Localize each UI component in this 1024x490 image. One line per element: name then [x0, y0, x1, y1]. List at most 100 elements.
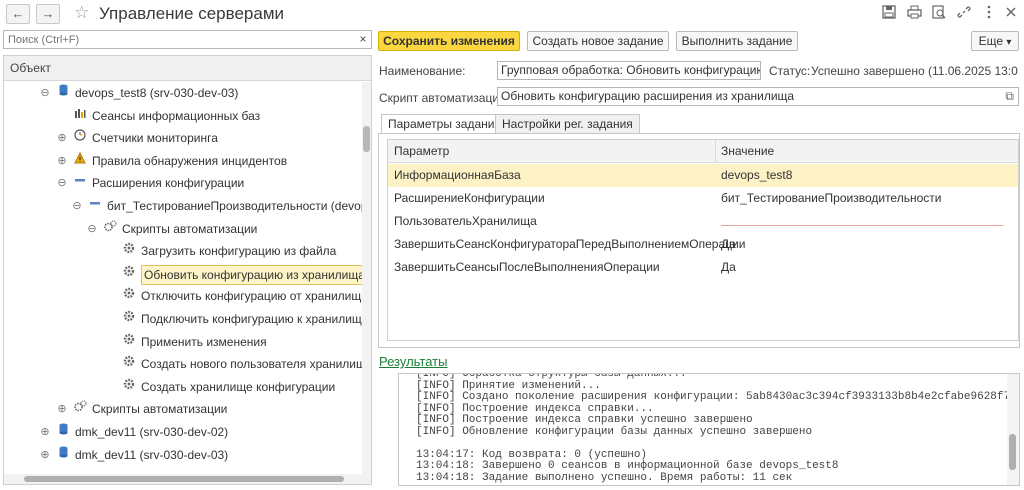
tree-row[interactable]: ⊖ Скрипты автоматизации — [4, 218, 359, 240]
tree-row[interactable]: ⊖ devops_test8 (srv-030-dev-03) — [4, 82, 359, 104]
gear-icon — [122, 285, 136, 307]
param-name-cell[interactable]: ЗавершитьСеансКонфигуратораПередВыполнен… — [394, 233, 745, 256]
param-name-cell[interactable]: ПользовательХранилища — [394, 210, 537, 233]
collapse-icon[interactable]: ⊖ — [72, 195, 82, 217]
tree-row-label[interactable]: Отключить конфигурацию от хранилища — [141, 285, 368, 307]
tree-row-label[interactable]: Загрузить конфигурацию из файла — [141, 240, 336, 262]
tab-task-parameters[interactable]: Параметры задания — [381, 114, 508, 134]
tree-row-label[interactable]: Подключить конфигурацию к хранилищу — [141, 308, 368, 330]
param-value-cell[interactable]: Да — [721, 233, 736, 256]
table-row[interactable]: ПользовательХранилища — [388, 210, 1018, 233]
tree-row-label[interactable]: dmk_dev11 (srv-030-dev-02) — [75, 421, 228, 443]
scroll-thumb[interactable] — [24, 476, 344, 482]
tree-row[interactable]: Подключить конфигурацию к хранилищу — [4, 308, 368, 330]
tree-column-header[interactable]: Объект — [4, 56, 371, 81]
table-row[interactable]: ЗавершитьСеансыПослеВыполненияОперации Да — [388, 256, 1018, 279]
dash-icon — [88, 195, 102, 217]
tree-row[interactable]: Обновить конфигурацию из хранилища — [4, 263, 368, 285]
expand-icon[interactable]: ⊕ — [57, 127, 67, 149]
print-icon[interactable] — [905, 5, 923, 23]
back-icon: ← — [11, 6, 25, 21]
tree-row[interactable]: Отключить конфигурацию от хранилища — [4, 285, 368, 307]
param-value-cell[interactable]: бит_ТестированиеПроизводительности — [721, 187, 941, 210]
log-vertical-scrollbar[interactable] — [1007, 374, 1019, 485]
more-vertical-icon[interactable] — [980, 5, 998, 23]
collapse-icon[interactable]: ⊖ — [87, 218, 97, 240]
create-task-button[interactable]: Создать новое задание — [527, 31, 669, 51]
results-link[interactable]: Результаты — [379, 354, 447, 369]
tree-row-label[interactable]: Создать нового пользователя хранилища — [141, 353, 371, 375]
tree-row-label[interactable]: Обновить конфигурацию из хранилища — [141, 264, 368, 285]
clear-search-icon[interactable]: × — [355, 31, 371, 48]
expand-icon[interactable]: ⊕ — [57, 398, 67, 420]
column-header-value[interactable]: Значение — [721, 140, 774, 163]
gear-icon — [122, 376, 136, 398]
expand-icon[interactable]: ⊕ — [57, 150, 67, 172]
tree-row-label[interactable]: Расширения конфигурации — [92, 172, 244, 194]
tree-row-label[interactable]: Создать хранилище конфигурации — [141, 376, 335, 398]
tree-row[interactable]: Сеансы информационных баз — [4, 105, 359, 127]
tree-row[interactable]: ⊖ Расширения конфигурации — [4, 172, 359, 194]
open-icon[interactable]: ⧉ — [1005, 89, 1014, 104]
tree-row[interactable]: ⊕ Скрипты автоматизации — [4, 398, 359, 420]
script-field[interactable]: Обновить конфигурацию расширения из хран… — [497, 87, 1019, 106]
close-icon[interactable] — [1002, 5, 1020, 23]
tree-row[interactable]: ⊖ бит_ТестированиеПроизводительности (dev… — [4, 195, 371, 217]
tree-vertical-scrollbar[interactable] — [362, 82, 371, 474]
table-row[interactable]: ЗавершитьСеансКонфигуратораПередВыполнен… — [388, 233, 1018, 256]
back-button[interactable]: ← — [6, 4, 30, 24]
tree-row[interactable]: Создать хранилище конфигурации — [4, 376, 359, 398]
save-changes-button[interactable]: Сохранить изменения — [378, 31, 520, 51]
log-line: 13:04:18: Задание выполнено успешно. Вре… — [416, 471, 793, 484]
param-name-cell[interactable]: ЗавершитьСеансыПослеВыполненияОперации — [394, 256, 660, 279]
tree-row[interactable]: Применить изменения — [4, 331, 359, 353]
tree-row-label[interactable]: Скрипты автоматизации — [122, 218, 257, 240]
tree-row-label[interactable]: Счетчики мониторинга — [92, 127, 218, 149]
collapse-icon[interactable]: ⊖ — [57, 172, 67, 194]
param-value-cell[interactable]: devops_test8 — [721, 164, 792, 187]
table-row[interactable]: РасширениеКонфигурации бит_ТестированиеПр… — [388, 187, 1018, 210]
name-field[interactable]: Групповая обработка: Обновить конфигурац… — [497, 61, 761, 80]
tree-row-label[interactable]: бит_ТестированиеПроизводительности (devo… — [107, 195, 371, 217]
tree-row[interactable]: ⊕ Счетчики мониторинга — [4, 127, 359, 149]
collapse-icon[interactable]: ⊖ — [40, 82, 50, 104]
tree-row[interactable]: Создать нового пользователя хранилища — [4, 353, 371, 375]
results-log: [INFO] Обработка структуры базы данных..… — [398, 373, 1020, 486]
param-value-cell[interactable]: Да — [721, 256, 736, 279]
more-label: Еще — [978, 34, 1004, 48]
tree-row[interactable]: ⊕ Правила обнаружения инцидентов — [4, 150, 359, 172]
tree-horizontal-scrollbar[interactable] — [4, 474, 371, 484]
parameters-table: Параметр Значение ИнформационнаяБаза devo… — [387, 139, 1019, 341]
title-bar: ← → ☆ Управление серверами — [0, 0, 1024, 28]
table-row[interactable]: ИнформационнаяБаза devops_test8 — [388, 164, 1018, 187]
save-disk-icon[interactable] — [880, 5, 898, 23]
db-icon — [56, 82, 70, 104]
expand-icon[interactable]: ⊕ — [40, 421, 50, 443]
search-input[interactable] — [4, 31, 344, 48]
forward-button[interactable]: → — [36, 4, 60, 24]
scroll-thumb[interactable] — [1009, 434, 1016, 470]
clock-icon — [73, 127, 87, 149]
param-name-cell[interactable]: РасширениеКонфигурации — [394, 187, 545, 210]
param-name-cell[interactable]: ИнформационнаяБаза — [394, 164, 521, 187]
expand-icon[interactable]: ⊕ — [40, 444, 50, 466]
log-line: [INFO] Создано поколение расширения конф… — [416, 391, 1011, 403]
preview-icon[interactable] — [930, 5, 948, 23]
tree-row-label[interactable]: Применить изменения — [141, 331, 267, 353]
more-button[interactable]: Еще ▾ — [971, 31, 1019, 51]
run-task-button[interactable]: Выполнить задание — [676, 31, 798, 51]
tree-row-label[interactable]: Скрипты автоматизации — [92, 398, 227, 420]
tree-row-label[interactable]: Сеансы информационных баз — [92, 105, 260, 127]
tab-schedule-settings[interactable]: Настройки рег. задания — [495, 114, 640, 134]
link-icon[interactable] — [955, 5, 973, 23]
favorite-star-icon[interactable]: ☆ — [74, 3, 89, 23]
tree-row[interactable]: Загрузить конфигурацию из файла — [4, 240, 359, 262]
column-header-param[interactable]: Параметр — [394, 140, 449, 163]
tree-row-label[interactable]: Правила обнаружения инцидентов — [92, 150, 287, 172]
scroll-thumb[interactable] — [363, 126, 370, 152]
tree-row[interactable]: ⊕ dmk_dev11 (srv-030-dev-02) — [4, 421, 359, 443]
tree-row-label[interactable]: dmk_dev11 (srv-030-dev-03) — [75, 444, 228, 466]
gear-icon — [122, 263, 136, 285]
tree-row-label[interactable]: devops_test8 (srv-030-dev-03) — [75, 82, 238, 104]
tree-row[interactable]: ⊕ dmk_dev11 (srv-030-dev-03) — [4, 444, 359, 466]
